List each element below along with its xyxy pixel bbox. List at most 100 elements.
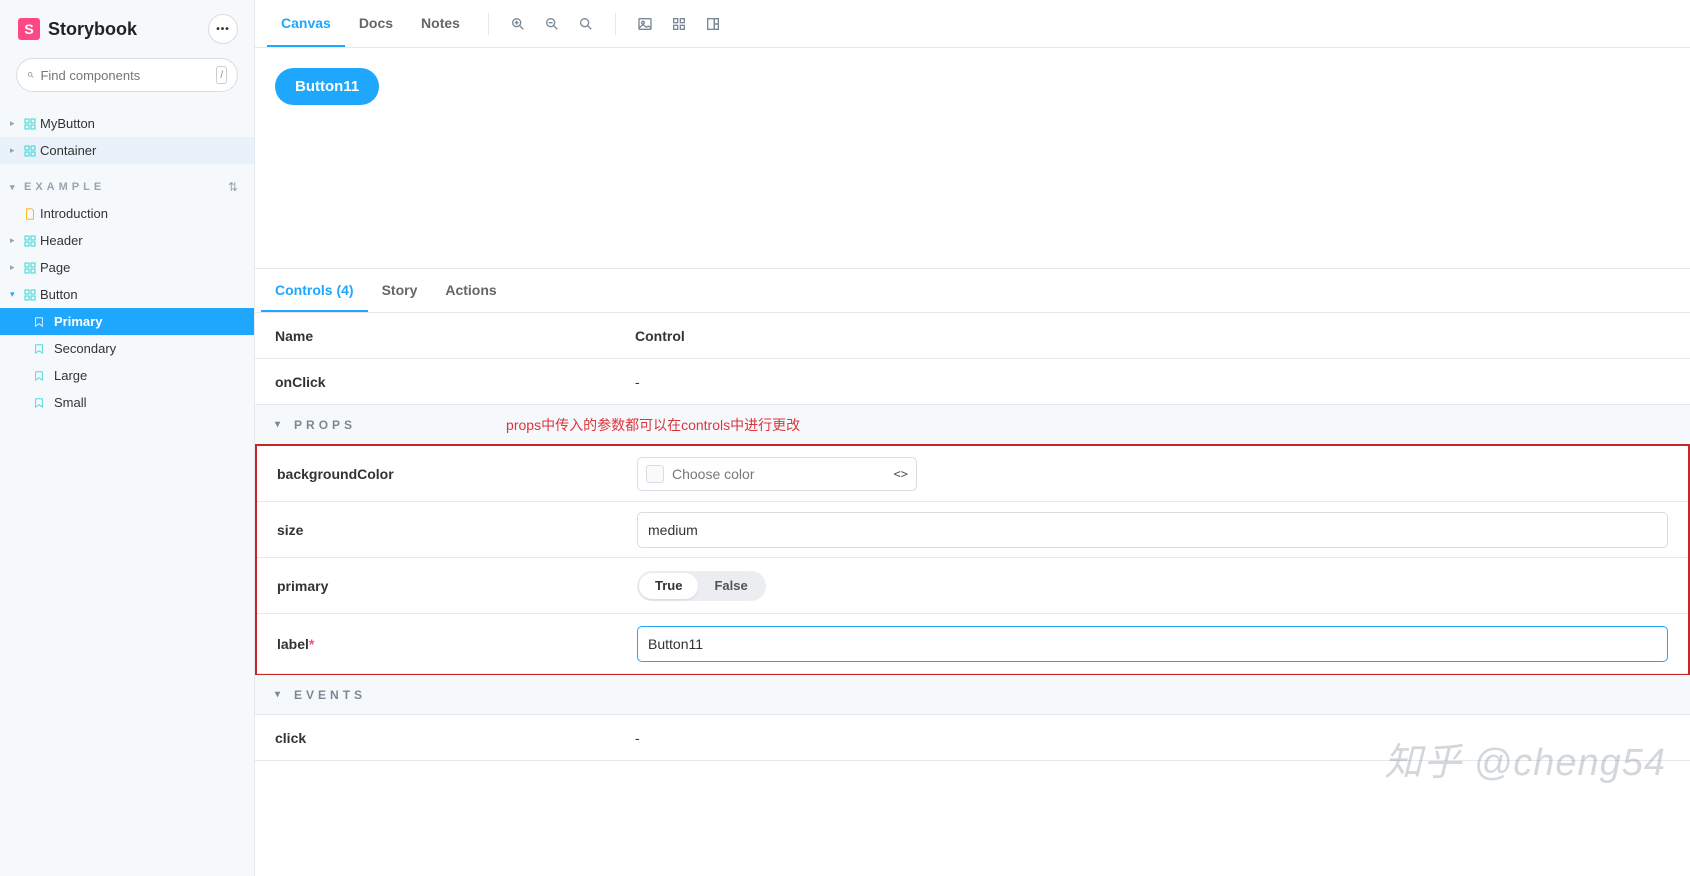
bookmark-icon bbox=[34, 344, 44, 354]
header-control: Control bbox=[635, 328, 1670, 344]
section-label: PROPS bbox=[294, 418, 356, 432]
storybook-logo-icon: S bbox=[18, 18, 40, 40]
component-icon bbox=[24, 262, 36, 274]
sidebar-item-label: Header bbox=[40, 233, 83, 248]
addon-tab-story[interactable]: Story bbox=[368, 269, 432, 312]
brand-name: Storybook bbox=[48, 19, 137, 40]
component-icon bbox=[24, 289, 36, 301]
toolbar-separator bbox=[615, 13, 616, 35]
search-box[interactable]: / bbox=[16, 58, 238, 92]
caret-icon: ▸ bbox=[10, 145, 20, 156]
section-label: EVENTS bbox=[294, 688, 366, 702]
tree-section-example[interactable]: ▾ EXAMPLE ⇅ bbox=[0, 164, 254, 200]
sidebar-item-container[interactable]: ▸ Container bbox=[0, 137, 254, 164]
control-name: backgroundColor bbox=[277, 466, 637, 482]
chevron-down-icon: ▾ bbox=[275, 419, 284, 430]
controls-table: Name Control onClick - ▾ PROPS props中传入的… bbox=[255, 313, 1690, 761]
addon-tab-controls[interactable]: Controls (4) bbox=[261, 269, 368, 312]
search-shortcut-badge: / bbox=[216, 66, 227, 84]
document-icon bbox=[24, 208, 36, 220]
sidebar-item-label: Page bbox=[40, 260, 70, 275]
image-icon[interactable] bbox=[630, 9, 660, 39]
toolbar-separator bbox=[488, 13, 489, 35]
sidebar-story-label: Secondary bbox=[54, 341, 116, 356]
control-name: primary bbox=[277, 578, 637, 594]
tab-canvas[interactable]: Canvas bbox=[267, 0, 345, 47]
canvas-preview: Button11 bbox=[255, 48, 1690, 268]
bookmark-icon bbox=[34, 317, 44, 327]
control-name: label* bbox=[277, 636, 637, 652]
section-label: EXAMPLE bbox=[24, 181, 105, 193]
control-name: onClick bbox=[275, 374, 635, 390]
menu-button[interactable]: ••• bbox=[208, 14, 238, 44]
swap-icon[interactable]: <> bbox=[894, 467, 908, 481]
control-name: click bbox=[275, 730, 635, 746]
sidebar-story-large[interactable]: Large bbox=[0, 362, 254, 389]
search-icon bbox=[27, 68, 34, 82]
control-value: - bbox=[635, 374, 1670, 390]
props-highlight-box: backgroundColor Choose color <> size med… bbox=[255, 444, 1690, 676]
caret-icon: ▸ bbox=[10, 262, 20, 273]
toolbar-tabs: Canvas Docs Notes bbox=[267, 0, 474, 47]
tab-docs[interactable]: Docs bbox=[345, 0, 407, 47]
sidebar-item-page[interactable]: ▸ Page bbox=[0, 254, 254, 281]
tree: ▸ MyButton ▸ Container ▾ EXAMPLE ⇅ Intro… bbox=[0, 106, 254, 416]
search-wrap: / bbox=[0, 58, 254, 106]
zoom-reset-icon[interactable] bbox=[571, 9, 601, 39]
sidebar-item-introduction[interactable]: Introduction bbox=[0, 200, 254, 227]
sidebar-story-primary[interactable]: Primary bbox=[0, 308, 254, 335]
caret-icon: ▾ bbox=[10, 182, 20, 193]
section-events[interactable]: ▾ EVENTS bbox=[255, 675, 1690, 715]
brand: S Storybook bbox=[18, 18, 137, 40]
component-icon bbox=[24, 235, 36, 247]
sort-icon[interactable]: ⇅ bbox=[228, 180, 238, 194]
sidebar-item-label: MyButton bbox=[40, 116, 95, 131]
color-swatch-icon bbox=[646, 465, 664, 483]
sidebar-story-small[interactable]: Small bbox=[0, 389, 254, 416]
header-name: Name bbox=[275, 328, 635, 344]
size-select[interactable]: medium bbox=[637, 512, 1668, 548]
label-input[interactable] bbox=[637, 626, 1668, 662]
sidebar-header: S Storybook ••• bbox=[0, 0, 254, 58]
zoom-out-icon[interactable] bbox=[537, 9, 567, 39]
sidebar-story-secondary[interactable]: Secondary bbox=[0, 335, 254, 362]
addon-tabs: Controls (4) Story Actions bbox=[255, 269, 1690, 313]
caret-icon: ▸ bbox=[10, 235, 20, 246]
sidebar-story-label: Small bbox=[54, 395, 87, 410]
tab-notes[interactable]: Notes bbox=[407, 0, 474, 47]
control-value: - bbox=[635, 730, 1670, 746]
control-row-primary: primary True False bbox=[257, 558, 1688, 614]
sidebar-item-label: Button bbox=[40, 287, 78, 302]
control-row-onclick: onClick - bbox=[255, 359, 1690, 405]
zoom-in-icon[interactable] bbox=[503, 9, 533, 39]
addon-tab-actions[interactable]: Actions bbox=[431, 269, 510, 312]
caret-icon: ▸ bbox=[10, 118, 20, 129]
toggle-true[interactable]: True bbox=[639, 573, 698, 599]
outline-icon[interactable] bbox=[698, 9, 728, 39]
controls-header-row: Name Control bbox=[255, 313, 1690, 359]
component-icon bbox=[24, 145, 36, 157]
chevron-down-icon: ▾ bbox=[275, 689, 284, 700]
component-icon bbox=[24, 118, 36, 130]
color-picker[interactable]: Choose color <> bbox=[637, 457, 917, 491]
control-row-size: size medium bbox=[257, 502, 1688, 558]
control-row-click: click - bbox=[255, 715, 1690, 761]
caret-icon: ▾ bbox=[10, 289, 20, 300]
sidebar-item-header[interactable]: ▸ Header bbox=[0, 227, 254, 254]
control-row-label: label* bbox=[257, 614, 1688, 674]
main: Canvas Docs Notes Button11 Controls (4) … bbox=[255, 0, 1690, 876]
toggle-false[interactable]: False bbox=[698, 573, 763, 599]
sidebar-item-button[interactable]: ▾ Button bbox=[0, 281, 254, 308]
toolbar: Canvas Docs Notes bbox=[255, 0, 1690, 48]
primary-toggle[interactable]: True False bbox=[637, 571, 766, 601]
sidebar: S Storybook ••• / ▸ MyButton ▸ Container… bbox=[0, 0, 255, 876]
bookmark-icon bbox=[34, 371, 44, 381]
search-input[interactable] bbox=[34, 68, 216, 83]
section-props[interactable]: ▾ PROPS props中传入的参数都可以在controls中进行更改 bbox=[255, 405, 1690, 445]
sidebar-story-label: Primary bbox=[54, 314, 102, 329]
bookmark-icon bbox=[34, 398, 44, 408]
preview-button[interactable]: Button11 bbox=[275, 68, 379, 105]
sidebar-item-mybutton[interactable]: ▸ MyButton bbox=[0, 110, 254, 137]
control-name: size bbox=[277, 522, 637, 538]
grid-icon[interactable] bbox=[664, 9, 694, 39]
